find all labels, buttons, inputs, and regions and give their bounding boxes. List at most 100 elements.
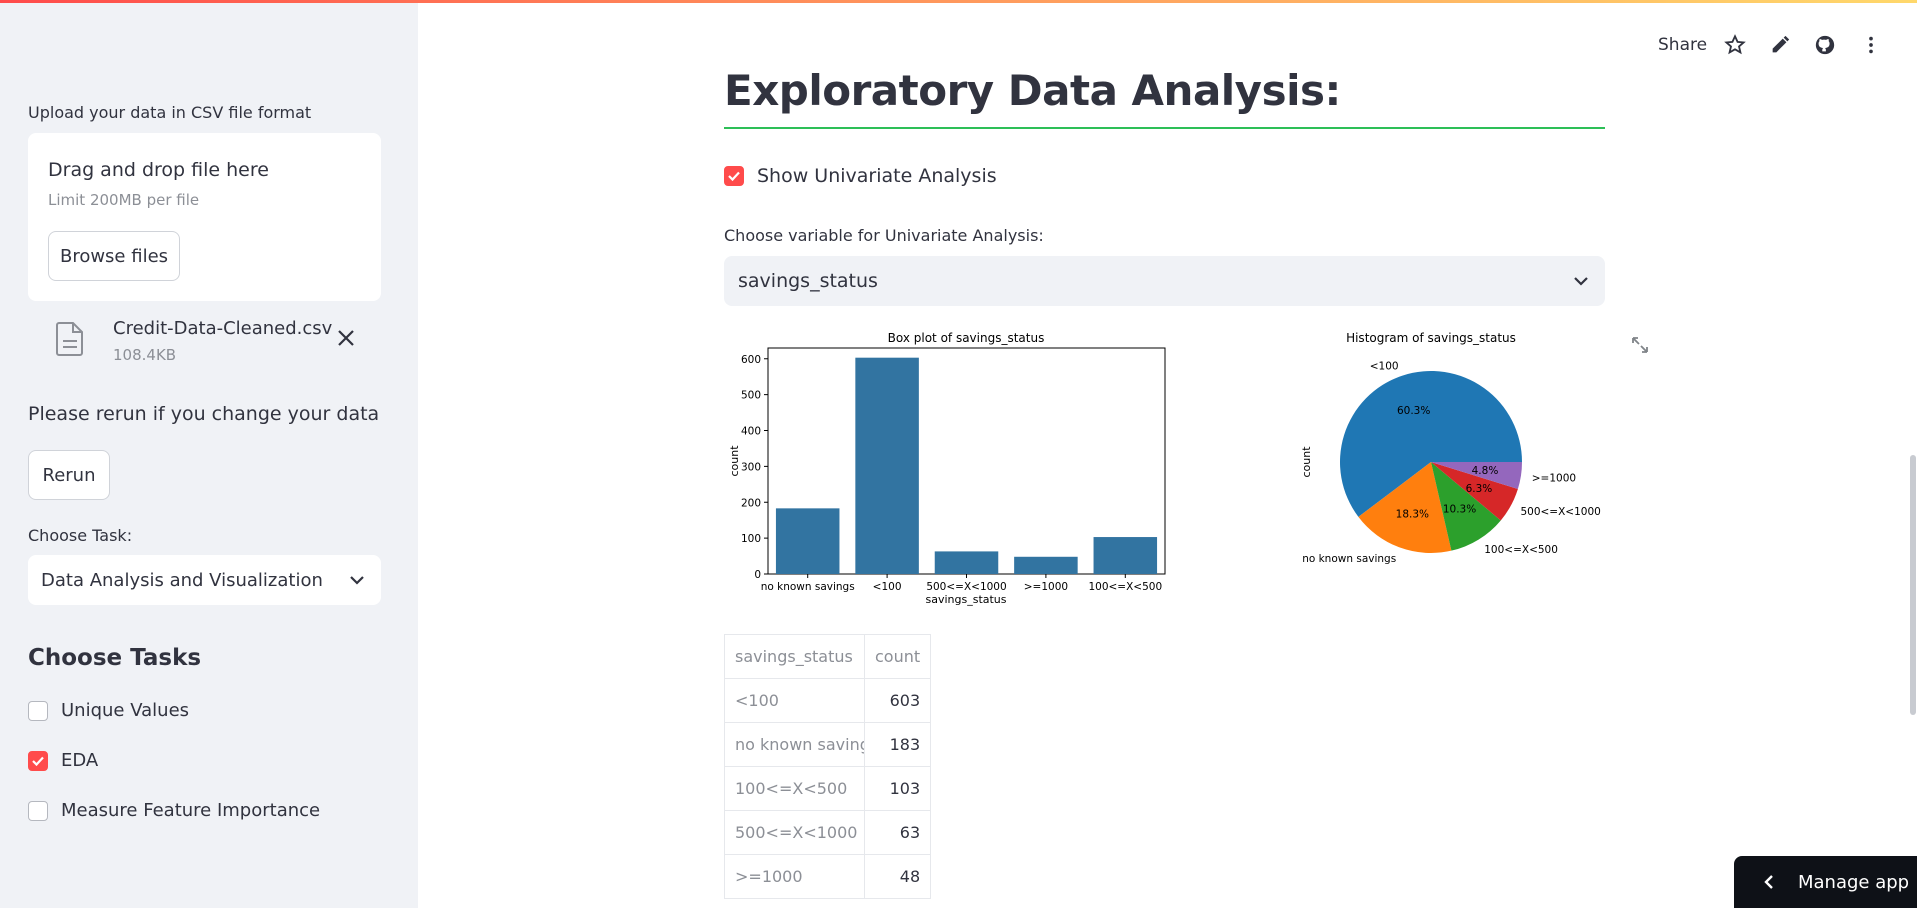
check-icon — [32, 756, 44, 766]
table-header[interactable]: count — [863, 634, 932, 679]
task-option-label: Unique Values — [61, 700, 190, 721]
table-cell: no known savings — [724, 722, 865, 767]
checkbox-checked[interactable] — [28, 750, 48, 771]
pie-percent-label: 18.3% — [1396, 508, 1429, 520]
table-cell: 603 — [863, 678, 932, 723]
tasks-heading: Choose Tasks — [28, 645, 202, 671]
data-table[interactable]: savings_status count <100 603 no known sa… — [724, 634, 932, 899]
table-cell: <100 — [724, 678, 865, 723]
x-tick-label: <100 — [873, 581, 902, 593]
table-cell: 48 — [863, 854, 932, 899]
y-tick-label: 200 — [741, 497, 761, 509]
dropzone-limit: Limit 200MB per file — [48, 191, 200, 209]
bar — [1093, 537, 1158, 574]
table-cell: 100<=X<500 — [724, 766, 865, 811]
checkbox[interactable] — [28, 700, 48, 721]
y-tick-label: 500 — [741, 390, 761, 402]
edit-icon[interactable] — [1769, 34, 1791, 56]
variable-select-value: savings_status — [738, 270, 878, 292]
uploaded-file-name: Credit-Data-Cleaned.csv — [113, 318, 333, 339]
x-tick-label: 100<=X<500 — [1088, 581, 1162, 593]
pie-chart: Histogram of savings_status count 60.3% <… — [1300, 331, 1601, 565]
pie-percent-label: 4.8% — [1472, 465, 1499, 477]
bar-x-axis: no known savings <100 500<=X<1000 >=1000 100… — [761, 574, 1162, 593]
table-cell: 183 — [863, 722, 932, 767]
page-title: Exploratory Data Analysis: — [724, 66, 1341, 115]
y-tick-label: 400 — [741, 426, 761, 438]
task-select-value: Data Analysis and Visualization — [41, 569, 323, 591]
y-tick-label: 600 — [741, 354, 761, 366]
bar-chart: Box plot of savings_status 0 100 200 300 400… — [728, 331, 1166, 606]
bar — [775, 508, 840, 574]
pie-category-label: 500<=X<1000 — [1520, 506, 1600, 518]
task-option-eda[interactable]: EDA — [28, 750, 98, 771]
manage-app-button[interactable]: Manage app — [1734, 856, 1917, 908]
variable-select[interactable]: savings_status — [724, 256, 1605, 306]
chevron-down-icon — [1574, 277, 1588, 286]
title-divider — [724, 127, 1605, 129]
x-tick-label: >=1000 — [1024, 581, 1068, 593]
pie-percent-label: 60.3% — [1397, 405, 1430, 417]
dropzone-title: Drag and drop file here — [48, 159, 269, 181]
pie-series — [1340, 371, 1522, 553]
univariate-checkbox-label: Show Univariate Analysis — [757, 165, 997, 187]
bar-y-label: count — [728, 445, 741, 477]
more-icon[interactable] — [1860, 34, 1882, 56]
chevron-down-icon — [350, 576, 364, 585]
top-decoration-bar — [0, 0, 1917, 3]
table-row[interactable]: 100<=X<500 103 — [724, 766, 932, 811]
bar-series — [775, 357, 1158, 574]
pie-category-label: 100<=X<500 — [1484, 544, 1558, 556]
task-option-unique-values[interactable]: Unique Values — [28, 700, 189, 721]
manage-app-label: Manage app — [1798, 871, 1910, 893]
table-row[interactable]: >=1000 48 — [724, 854, 932, 899]
pie-y-label: count — [1300, 446, 1313, 478]
pie-category-label: <100 — [1370, 360, 1399, 372]
sidebar: Upload your data in CSV file format Drag… — [0, 0, 418, 908]
task-label: Choose Task: — [28, 526, 133, 545]
table-header[interactable]: savings_status — [724, 634, 865, 679]
table-row[interactable]: <100 603 — [724, 678, 932, 723]
variable-label: Choose variable for Univariate Analysis: — [724, 226, 1044, 245]
bar-chart-title: Box plot of savings_status — [888, 331, 1045, 345]
bar — [1014, 556, 1078, 574]
task-option-feature-importance[interactable]: Measure Feature Importance — [28, 800, 320, 821]
pie-percent-label: 10.3% — [1443, 504, 1476, 516]
y-tick-label: 300 — [741, 461, 761, 473]
table-header-row: savings_status count — [724, 634, 932, 679]
bar-x-label: savings_status — [925, 593, 1006, 606]
table-cell: >=1000 — [724, 854, 865, 899]
checkbox-checked[interactable] — [724, 166, 744, 186]
star-icon[interactable] — [1724, 34, 1746, 56]
close-icon[interactable] — [335, 327, 357, 349]
check-icon — [728, 171, 740, 182]
table-cell: 103 — [863, 766, 932, 811]
table-row[interactable]: no known savings 183 — [724, 722, 932, 767]
pie-percent-label: 6.3% — [1466, 483, 1493, 495]
bar — [934, 551, 999, 574]
share-button[interactable]: Share — [1658, 35, 1707, 55]
x-tick-label: no known savings — [761, 581, 855, 593]
bar — [855, 357, 919, 574]
scrollbar[interactable] — [1910, 455, 1916, 715]
table-cell: 500<=X<1000 — [724, 810, 865, 855]
rerun-button[interactable]: Rerun — [28, 450, 110, 500]
browse-files-button[interactable]: Browse files — [48, 231, 180, 281]
task-select[interactable]: Data Analysis and Visualization — [28, 555, 381, 605]
y-tick-label: 100 — [741, 533, 761, 545]
x-tick-label: 500<=X<1000 — [926, 581, 1006, 593]
table-row[interactable]: 500<=X<1000 63 — [724, 810, 932, 855]
y-tick-label: 0 — [754, 569, 761, 581]
file-dropzone[interactable]: Drag and drop file here Limit 200MB per … — [28, 133, 381, 301]
pie-category-label: no known savings — [1302, 553, 1396, 565]
task-option-label: EDA — [61, 750, 99, 771]
pie-category-label: >=1000 — [1532, 472, 1576, 484]
table-cell: 63 — [863, 810, 932, 855]
bar-y-axis: 0 100 200 300 400 500 600 — [741, 354, 768, 581]
univariate-checkbox-row[interactable]: Show Univariate Analysis — [724, 165, 997, 187]
github-icon[interactable] — [1814, 34, 1836, 56]
rerun-note: Please rerun if you change your data — [28, 403, 380, 425]
checkbox[interactable] — [28, 800, 48, 821]
chevron-left-icon — [1764, 875, 1773, 889]
expand-icon[interactable] — [1630, 335, 1650, 355]
